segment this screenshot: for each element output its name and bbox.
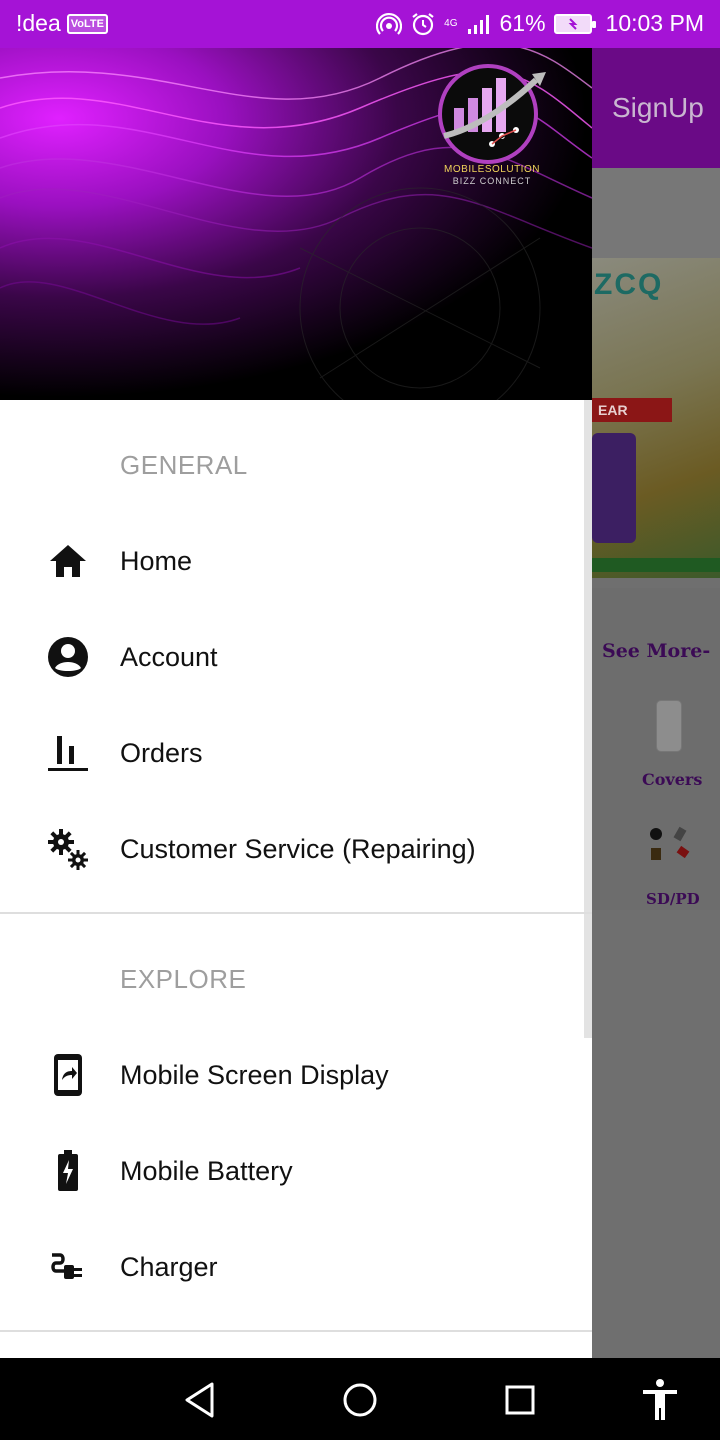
- volte-badge: VoLTE: [66, 13, 108, 34]
- banner-warranty: EAR: [592, 398, 672, 422]
- drawer-header: MOBILESOLUTION BIZZ CONNECT: [0, 48, 592, 400]
- bg-strip: [592, 168, 720, 258]
- menu-item-customer-service[interactable]: Customer Service (Repairing): [0, 801, 592, 897]
- hotspot-icon: [376, 11, 403, 37]
- sd-pd-icon[interactable]: [648, 826, 694, 866]
- status-left: !dea VoLTE: [16, 10, 108, 37]
- bg-toolbar: SignUp: [592, 48, 720, 168]
- menu-label-customer-service: Customer Service (Repairing): [120, 833, 476, 864]
- bar-chart-icon: [46, 731, 90, 775]
- battery-icon: [553, 13, 596, 34]
- menu-label-mobile-battery: Mobile Battery: [120, 1155, 293, 1186]
- signup-link[interactable]: SignUp: [612, 92, 704, 124]
- status-bar: !dea VoLTE 4G 61% 10:03 PM: [0, 0, 720, 48]
- account-circle-icon: [46, 635, 90, 679]
- background-app: SignUp ZCQ EAR See More- Covers SD/PD: [592, 48, 720, 1358]
- battery-charging-icon: [46, 1149, 90, 1193]
- battery-percent: 61%: [499, 10, 546, 36]
- accessibility-icon[interactable]: [636, 1376, 684, 1424]
- back-icon[interactable]: [176, 1376, 224, 1424]
- logo-subtitle: BIZZ CONNECT: [452, 176, 532, 186]
- sd-pd-label[interactable]: SD/PD: [646, 890, 700, 908]
- menu-label-account: Account: [120, 641, 218, 672]
- home-circle-icon[interactable]: [336, 1376, 384, 1424]
- network-type: 4G: [444, 17, 458, 29]
- power-plug-icon: [46, 1245, 90, 1289]
- banner-stripe: [592, 558, 720, 572]
- promo-banner[interactable]: ZCQ EAR: [592, 258, 720, 578]
- clock: 10:03 PM: [605, 10, 704, 36]
- menu-label-orders: Orders: [120, 737, 203, 768]
- section-title-explore: EXPLORE: [120, 964, 247, 994]
- menu-item-mobile-battery[interactable]: Mobile Battery: [0, 1123, 592, 1219]
- carrier-name: !dea: [16, 10, 61, 36]
- navigation-drawer: MOBILESOLUTION BIZZ CONNECT GENERAL Home…: [0, 48, 592, 1358]
- menu-item-orders[interactable]: Orders: [0, 705, 592, 801]
- banner-brand: ZCQ: [594, 268, 664, 301]
- menu-label-home: Home: [120, 545, 193, 576]
- covers-label[interactable]: Covers: [642, 770, 702, 789]
- menu-item-home[interactable]: Home: [0, 513, 592, 609]
- category-section: See More- Covers SD/PD: [592, 588, 720, 910]
- home-icon: [46, 539, 90, 583]
- covers-image[interactable]: [656, 700, 682, 752]
- section-title-general: GENERAL: [120, 450, 248, 480]
- signal-icon: [466, 11, 492, 37]
- section-divider: [0, 912, 592, 914]
- recents-square-icon[interactable]: [496, 1376, 544, 1424]
- banner-phone-image: [592, 433, 636, 543]
- alarm-icon: [410, 11, 436, 37]
- gears-icon: [46, 827, 90, 871]
- system-nav-bar: [0, 1358, 720, 1440]
- menu-item-account[interactable]: Account: [0, 609, 592, 705]
- status-right: 4G 61% 10:03 PM: [376, 10, 704, 37]
- logo-title: MOBILESOLUTION: [444, 164, 540, 175]
- menu-item-mobile-screen-display[interactable]: Mobile Screen Display: [0, 1027, 592, 1123]
- section-divider-2: [0, 1330, 592, 1332]
- menu-label-mobile-screen-display: Mobile Screen Display: [120, 1059, 389, 1090]
- menu-label-charger: Charger: [120, 1251, 218, 1282]
- menu-item-charger[interactable]: Charger: [0, 1219, 592, 1315]
- phone-screen-share-icon: [46, 1053, 90, 1097]
- see-more-link[interactable]: See More-: [602, 640, 710, 662]
